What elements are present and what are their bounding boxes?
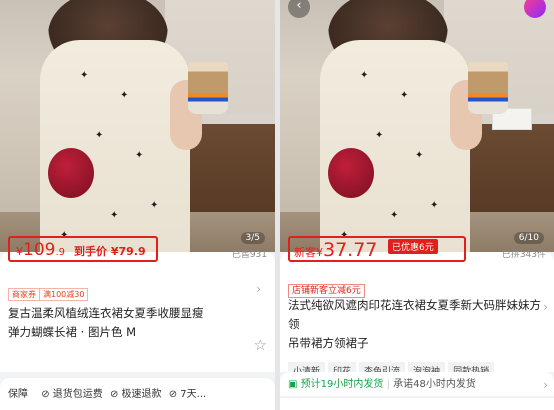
price-info-card: 新客¥37.77 已优惠6元 已拼343件 店铺新客立减6元 法式纯欲风遮肉印花…	[280, 236, 554, 379]
chevron-right-icon[interactable]: ›	[256, 282, 261, 296]
product-image[interactable]: ✦✦✦ ✦✦✦ ✦✦ 3/5	[0, 0, 275, 252]
discount-tag[interactable]: 满100减30	[40, 288, 89, 301]
chevron-right-icon[interactable]: ›	[543, 372, 548, 398]
new-customer-coupon[interactable]: 店铺新客立减6元	[288, 284, 365, 298]
sold-count: 已售931	[231, 250, 267, 260]
model-dress: ✦✦✦ ✦✦✦ ✦✦	[40, 40, 190, 252]
ship-estimate: 预计19小时内发货	[300, 379, 384, 390]
star-icon[interactable]: ☆	[254, 336, 267, 354]
red-handbag	[328, 148, 374, 198]
price: 新客¥37.77	[294, 239, 378, 261]
back-arrow-icon[interactable]: ‹	[288, 0, 310, 18]
coupon-tags[interactable]: 商家券 满100减30 ›	[8, 282, 267, 301]
check-icon: ⊘	[109, 389, 119, 400]
image-counter: 6/10	[513, 232, 544, 244]
product-image[interactable]: ✦✦✦ ✦✦✦ ✦✦ ‹ 6/10	[280, 0, 554, 252]
guarantee-item: 7天...	[180, 389, 207, 400]
product-card-left: ✦✦✦ ✦✦✦ ✦✦ 3/5 ¥109.9 到手价 ¥79.9 已售931 商家…	[0, 0, 275, 410]
coffee-cup	[468, 62, 508, 114]
merchant-coupon-tag[interactable]: 商家券	[8, 288, 40, 301]
shipping-row[interactable]: ▣ 预计19小时内发货 | 承诺48小时内发货 ›	[280, 372, 554, 396]
image-counter: 3/5	[240, 232, 265, 244]
chevron-right-icon[interactable]: ›	[543, 300, 548, 314]
product-title: 复古温柔风植绒连衣裙女夏季收腰显瘦 弹力蝴蝶长裙 · 图片色 M	[8, 306, 204, 339]
to-hand-price: 到手价 ¥79.9	[74, 245, 146, 258]
next-row-peek	[280, 398, 554, 410]
guarantee-row[interactable]: 保障 ⊘ 退货包运费 ⊘ 极速退款 ⊘ 7天...	[0, 378, 275, 410]
discount-badge: 已优惠6元	[388, 239, 438, 254]
coupon-row[interactable]: 店铺新客立减6元	[288, 278, 546, 298]
product-title: 法式纯欲风遮肉印花连衣裙女夏季新大码胖妹妹方领 吊带裙方领裙子	[288, 298, 541, 350]
truck-icon: ▣	[288, 379, 298, 390]
sold-count: 已拼343件	[501, 250, 546, 260]
price: ¥109.9	[16, 240, 65, 260]
price-info-card: ¥109.9 到手价 ¥79.9 已售931 商家券 满100减30 › 复古温柔…	[0, 236, 275, 372]
model-dress: ✦✦✦ ✦✦✦ ✦✦	[320, 40, 470, 252]
coffee-cup	[188, 62, 228, 114]
check-icon: ⊘	[41, 389, 50, 400]
guarantee-item: 极速退款	[121, 389, 162, 400]
product-card-right: ✦✦✦ ✦✦✦ ✦✦ ‹ 6/10 新客¥37.77 已优惠6元 已拼343件 …	[280, 0, 554, 410]
guarantee-label: 保障	[8, 389, 28, 400]
ship-promise: 承诺48小时内发货	[393, 379, 476, 390]
red-handbag	[48, 148, 94, 198]
check-icon: ⊘	[168, 389, 178, 400]
guarantee-item: 退货包运费	[52, 389, 103, 400]
